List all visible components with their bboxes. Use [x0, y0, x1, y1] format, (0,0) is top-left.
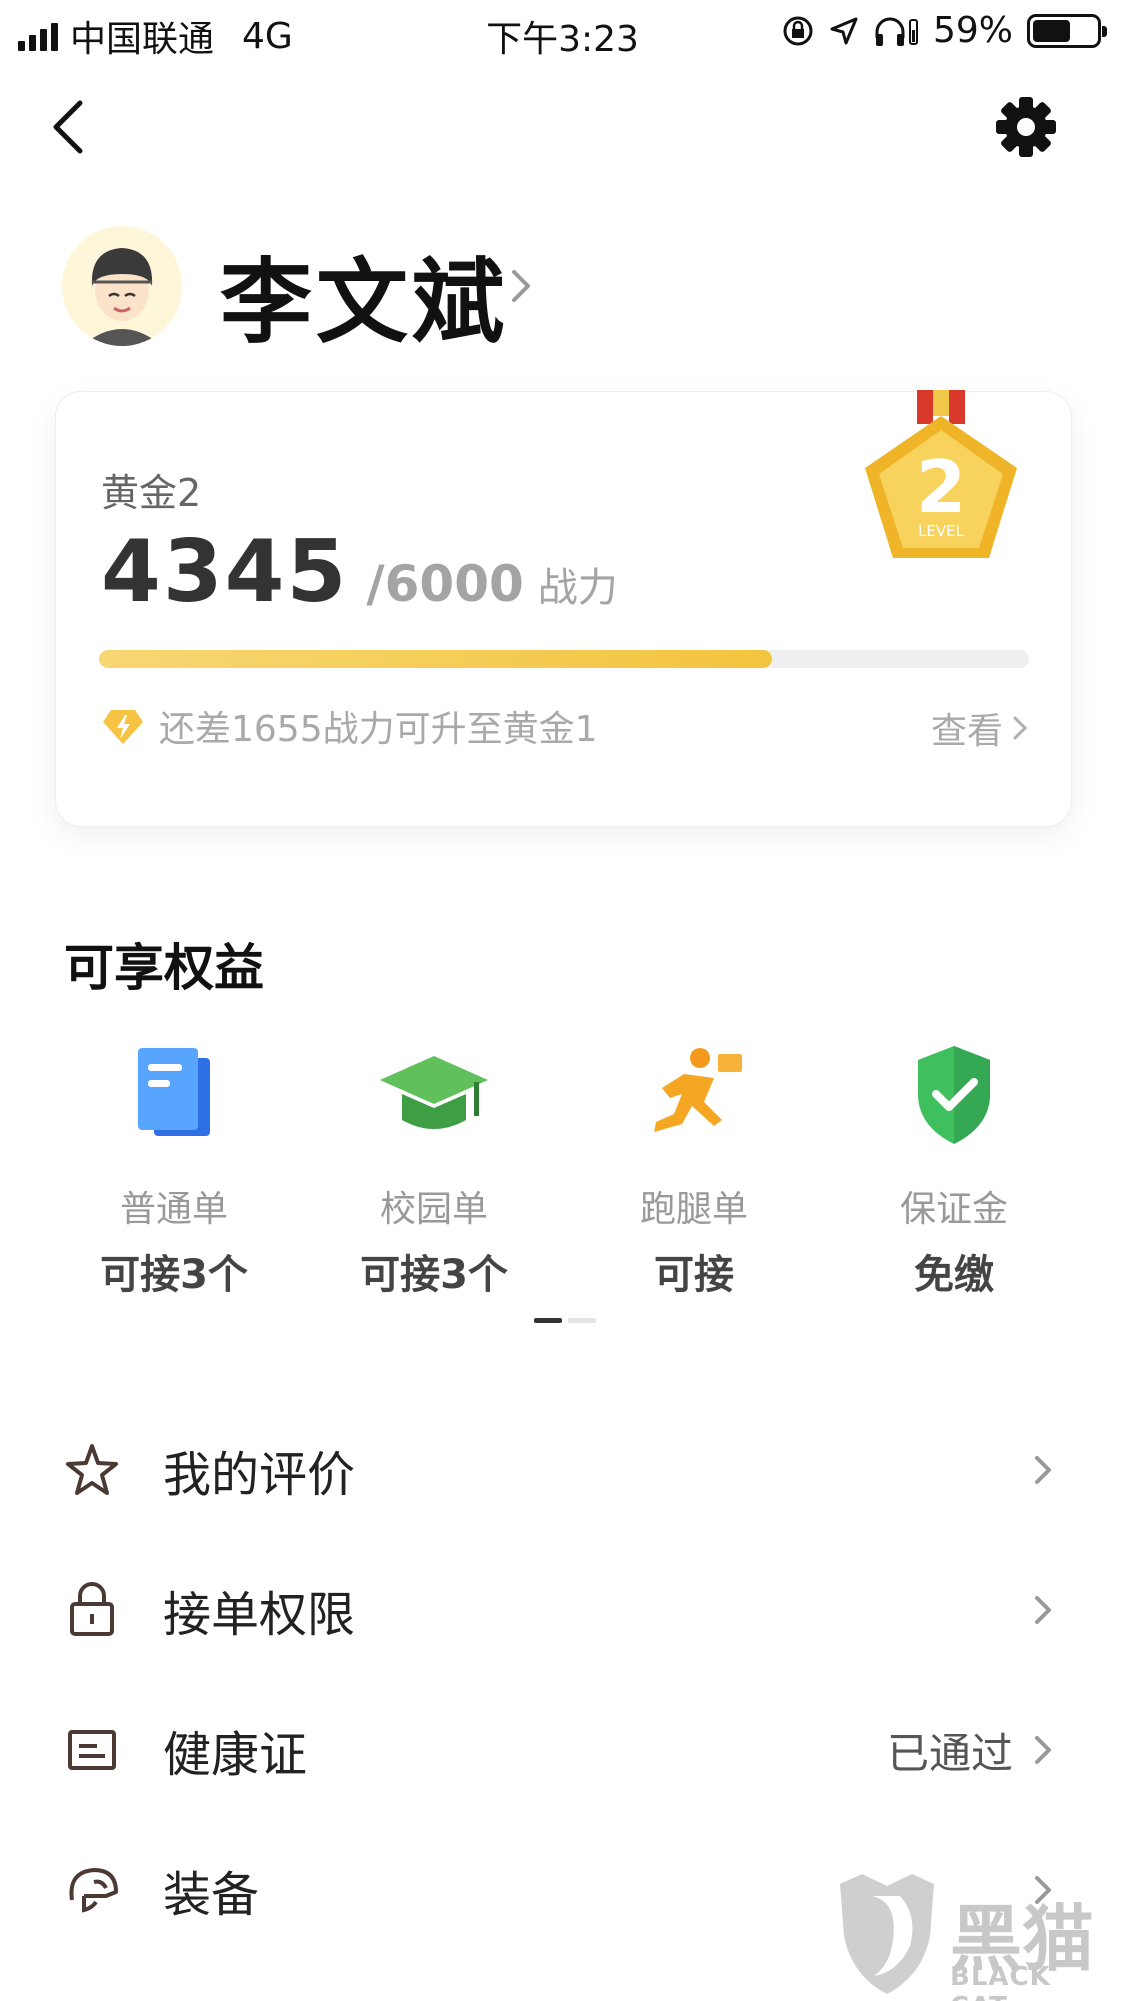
score-unit: 战力: [537, 565, 618, 611]
star-icon: [66, 1444, 118, 1495]
chevron-left-icon[interactable]: [44, 95, 94, 159]
level-progress-fill: [99, 650, 773, 668]
graduation-cap-icon: [380, 1056, 488, 1129]
chevron-right-icon: [1035, 1596, 1051, 1624]
status-bar: 中国联通 4G 下午3:23 59%: [0, 0, 1125, 62]
menu-label: 我的评价: [163, 1447, 356, 1503]
menu-value: 已通过: [886, 1728, 1013, 1778]
lock-icon: [70, 1582, 114, 1636]
benefit-value: 可接3个: [360, 1252, 508, 1298]
gear-icon[interactable]: [995, 96, 1057, 158]
menu-item-reviews[interactable]: 我的评价: [0, 1400, 1125, 1540]
level-card: 黄金2 4345 /6000 战力 还差1655战力可升至黄金1 查看 2 LE…: [55, 390, 1072, 827]
upgrade-diamond-icon: [103, 710, 143, 744]
view-label: 查看: [930, 711, 1003, 752]
user-name[interactable]: 李文斌: [220, 228, 508, 361]
chevron-right-icon: [1035, 1736, 1051, 1764]
location-icon: [830, 17, 858, 44]
gold-medal-icon: 2 LEVEL: [865, 390, 1017, 558]
benefit-item[interactable]: 校园单 可接3个: [304, 1040, 564, 1300]
score-total: /6000: [366, 555, 524, 613]
helmet-icon: [69, 1868, 118, 1913]
benefit-item[interactable]: 跑腿单 可接: [564, 1040, 824, 1300]
benefit-value: 免缴: [914, 1252, 994, 1298]
benefit-value: 可接3个: [100, 1252, 248, 1298]
benefit-value: 可接: [654, 1252, 734, 1298]
page-dot: [568, 1318, 596, 1323]
headphones-icon: [875, 17, 918, 46]
view-button[interactable]: 查看: [931, 702, 1029, 754]
page-indicator: [534, 1318, 596, 1323]
chevron-right-icon: [1035, 1456, 1051, 1484]
menu-label: 接单权限: [163, 1587, 356, 1643]
medal-text: LEVEL: [918, 522, 965, 540]
menu-label: 装备: [163, 1867, 260, 1923]
runner-icon: [654, 1048, 742, 1132]
battery-fill: [1033, 19, 1070, 42]
watermark-subtext: BLACK CAT: [950, 1962, 1051, 2001]
benefits-title: 可享权益: [64, 939, 264, 997]
benefit-item[interactable]: 保证金 免缴: [824, 1040, 1084, 1300]
battery-percent: 59%: [932, 10, 1013, 51]
benefit-item[interactable]: 普通单 可接3个: [44, 1040, 304, 1300]
watermark: 黑猫 BLACK CAT: [832, 1866, 1117, 2001]
status-right: 59%: [781, 10, 1107, 51]
benefit-title: 校园单: [379, 1189, 488, 1230]
benefits-row: 普通单 可接3个 校园单 可接3个 跑腿单 可接 保证金 免缴: [44, 1040, 1084, 1300]
document-icon: [138, 1048, 210, 1136]
chevron-right-icon[interactable]: [506, 264, 536, 308]
rider-avatar-icon: [62, 226, 182, 346]
level-name: 黄金2: [101, 471, 202, 515]
menu-label: 健康证: [163, 1727, 308, 1783]
black-cat-logo-icon: [840, 1874, 934, 1994]
shield-check-icon: [918, 1046, 990, 1144]
menu-item-permissions[interactable]: 接单权限: [0, 1540, 1125, 1680]
upgrade-tip-text: 还差1655战力可升至黄金1: [159, 709, 598, 750]
score-value: 4345: [101, 522, 349, 622]
benefit-title: 跑腿单: [639, 1189, 748, 1230]
benefit-title: 保证金: [899, 1189, 1008, 1230]
score-row: 4345 /6000 战力: [101, 522, 618, 622]
avatar[interactable]: [62, 226, 182, 346]
id-card-icon: [68, 1730, 116, 1770]
upgrade-tip: 还差1655战力可升至黄金1: [101, 700, 598, 752]
benefit-title: 普通单: [119, 1189, 228, 1230]
chevron-right-icon: [1013, 716, 1028, 740]
battery-icon: [1027, 13, 1107, 48]
menu-item-health-cert[interactable]: 健康证 已通过: [0, 1680, 1125, 1820]
medal-number: 2: [916, 445, 966, 529]
page-dot-active: [534, 1318, 562, 1323]
rotation-lock-icon: [783, 16, 813, 45]
level-progress-bar: [99, 650, 1029, 668]
